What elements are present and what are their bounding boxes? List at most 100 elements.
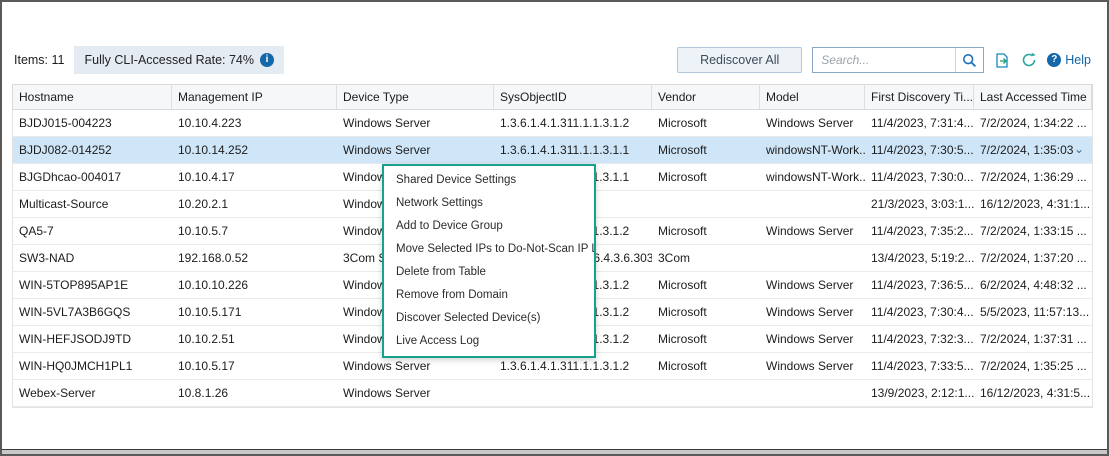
cell-first-discovery-time: 11/4/2023, 7:31:4...: [865, 110, 974, 136]
cell-vendor: Microsoft: [652, 326, 760, 352]
window-bottom-edge: [2, 449, 1107, 454]
row-options-chevron-icon[interactable]: ⌄: [1074, 137, 1084, 164]
cli-rate-chip: Fully CLI-Accessed Rate: 74% i: [74, 46, 284, 74]
info-icon[interactable]: i: [260, 53, 274, 67]
cell-hostname: WIN-HEFJSODJ9TD: [13, 326, 172, 352]
cell-last-accessed-time: 7/2/2024, 1:35:25 ...: [974, 353, 1092, 379]
help-label: Help: [1065, 53, 1091, 67]
cell-hostname: Multicast-Source: [13, 191, 172, 217]
cell-first-discovery-time: 11/4/2023, 7:30:5...: [865, 137, 974, 163]
device-table-window: Items: 11 Fully CLI-Accessed Rate: 74% i…: [0, 0, 1109, 456]
cell-management-ip: 10.20.2.1: [172, 191, 337, 217]
cell-hostname: SW3-NAD: [13, 245, 172, 271]
cell-first-discovery-time: 13/4/2023, 5:19:2...: [865, 245, 974, 271]
cell-last-accessed-time: 7/2/2024, 1:37:31 ...: [974, 326, 1092, 352]
context-menu-item[interactable]: Add to Device Group: [384, 215, 594, 238]
cell-model: windowsNT-Work...: [760, 164, 865, 190]
context-menu-item[interactable]: Discover Selected Device(s): [384, 307, 594, 330]
cell-device-type: Windows Server: [337, 110, 494, 136]
cell-hostname: BJDJ015-004223: [13, 110, 172, 136]
column-header-first-discovery-time[interactable]: First Discovery Ti...: [865, 85, 974, 109]
cell-last-accessed-time: 7/2/2024, 1:36:29 ...: [974, 164, 1092, 190]
cell-model: Windows Server: [760, 218, 865, 244]
cell-vendor: Microsoft: [652, 353, 760, 379]
cell-hostname: WIN-HQ0JMCH1PL1: [13, 353, 172, 379]
cell-first-discovery-time: 11/4/2023, 7:33:5...: [865, 353, 974, 379]
context-menu-item[interactable]: Live Access Log: [384, 330, 594, 353]
cell-first-discovery-time: 11/4/2023, 7:30:4...: [865, 299, 974, 325]
cell-model: Windows Server: [760, 272, 865, 298]
cell-model: [760, 245, 865, 271]
cell-hostname: BJGDhcao-004017: [13, 164, 172, 190]
column-header-sysobjectid[interactable]: SysObjectID: [494, 85, 652, 109]
context-menu-item[interactable]: Remove from Domain: [384, 284, 594, 307]
cell-sysobjectid: 1.3.6.1.4.1.311.1.1.3.1.1: [494, 137, 652, 163]
cell-last-accessed-time: 16/12/2023, 4:31:5...: [974, 380, 1092, 406]
cell-first-discovery-time: 11/4/2023, 7:35:2...: [865, 218, 974, 244]
cell-management-ip: 10.10.10.226: [172, 272, 337, 298]
cell-first-discovery-time: 11/4/2023, 7:30:0...: [865, 164, 974, 190]
column-header-vendor[interactable]: Vendor: [652, 85, 760, 109]
items-count: Items: 11: [14, 53, 64, 67]
cell-hostname: WIN-5VL7A3B6GQS: [13, 299, 172, 325]
cell-management-ip: 10.10.5.171: [172, 299, 337, 325]
search-box: [812, 47, 984, 73]
cell-hostname: WIN-5TOP895AP1E: [13, 272, 172, 298]
cell-vendor: Microsoft: [652, 218, 760, 244]
cell-management-ip: 192.168.0.52: [172, 245, 337, 271]
cell-vendor: Microsoft: [652, 299, 760, 325]
cli-rate-label: Fully CLI-Accessed Rate: 74%: [84, 53, 254, 67]
context-menu-item[interactable]: Shared Device Settings: [384, 169, 594, 192]
search-input[interactable]: [813, 53, 955, 67]
cell-first-discovery-time: 11/4/2023, 7:32:3...: [865, 326, 974, 352]
cell-sysobjectid: [494, 380, 652, 406]
refresh-icon[interactable]: [1021, 52, 1037, 68]
cell-last-accessed-time: 7/2/2024, 1:37:20 ...: [974, 245, 1092, 271]
toolbar: Items: 11 Fully CLI-Accessed Rate: 74% i…: [14, 46, 1091, 74]
cell-last-accessed-time: 7/2/2024, 1:33:15 ...: [974, 218, 1092, 244]
cell-management-ip: 10.10.4.17: [172, 164, 337, 190]
help-icon: ?: [1047, 53, 1061, 67]
cell-vendor: [652, 191, 760, 217]
cell-last-accessed-time: 7/2/2024, 1:34:22 ...: [974, 110, 1092, 136]
cell-model: Windows Server: [760, 110, 865, 136]
cell-last-accessed-time: 16/12/2023, 4:31:1...: [974, 191, 1092, 217]
table-row[interactable]: BJDJ015-00422310.10.4.223Windows Server1…: [13, 110, 1092, 137]
table-header-row: HostnameManagement IPDevice TypeSysObjec…: [12, 84, 1093, 110]
column-header-device-type[interactable]: Device Type: [337, 85, 494, 109]
cell-first-discovery-time: 21/3/2023, 3:03:1...: [865, 191, 974, 217]
context-menu-item[interactable]: Network Settings: [384, 192, 594, 215]
cell-vendor: Microsoft: [652, 164, 760, 190]
help-link[interactable]: ? Help: [1047, 53, 1091, 67]
cell-vendor: [652, 380, 760, 406]
cell-management-ip: 10.10.4.223: [172, 110, 337, 136]
cell-hostname: Webex-Server: [13, 380, 172, 406]
cell-device-type: Windows Server: [337, 380, 494, 406]
table-row[interactable]: BJDJ082-01425210.10.14.252Windows Server…: [13, 137, 1092, 164]
column-header-management-ip[interactable]: Management IP: [172, 85, 337, 109]
column-header-last-accessed-time[interactable]: Last Accessed Time: [974, 85, 1092, 109]
cell-model: Windows Server: [760, 353, 865, 379]
cell-management-ip: 10.10.5.7: [172, 218, 337, 244]
cell-vendor: Microsoft: [652, 137, 760, 163]
cell-model: Windows Server: [760, 299, 865, 325]
cell-last-accessed-time: 6/2/2024, 4:48:32 ...: [974, 272, 1092, 298]
cell-management-ip: 10.10.5.17: [172, 353, 337, 379]
cell-hostname: BJDJ082-014252: [13, 137, 172, 163]
column-header-model[interactable]: Model: [760, 85, 865, 109]
context-menu-item[interactable]: Delete from Table: [384, 261, 594, 284]
cell-vendor: Microsoft: [652, 272, 760, 298]
cell-first-discovery-time: 11/4/2023, 7:36:5...: [865, 272, 974, 298]
rediscover-all-button[interactable]: Rediscover All: [677, 47, 802, 73]
search-icon[interactable]: [955, 48, 983, 72]
cell-model: [760, 191, 865, 217]
column-header-hostname[interactable]: Hostname: [13, 85, 172, 109]
cell-management-ip: 10.8.1.26: [172, 380, 337, 406]
context-menu-item[interactable]: Move Selected IPs to Do-Not-Scan IP List: [384, 238, 594, 261]
cell-first-discovery-time: 13/9/2023, 2:12:1...: [865, 380, 974, 406]
cell-model: [760, 380, 865, 406]
cell-sysobjectid: 1.3.6.1.4.1.311.1.1.3.1.2: [494, 110, 652, 136]
table-row[interactable]: Webex-Server10.8.1.26Windows Server 13/9/…: [13, 380, 1092, 407]
export-icon[interactable]: [994, 52, 1011, 69]
cell-vendor: Microsoft: [652, 110, 760, 136]
